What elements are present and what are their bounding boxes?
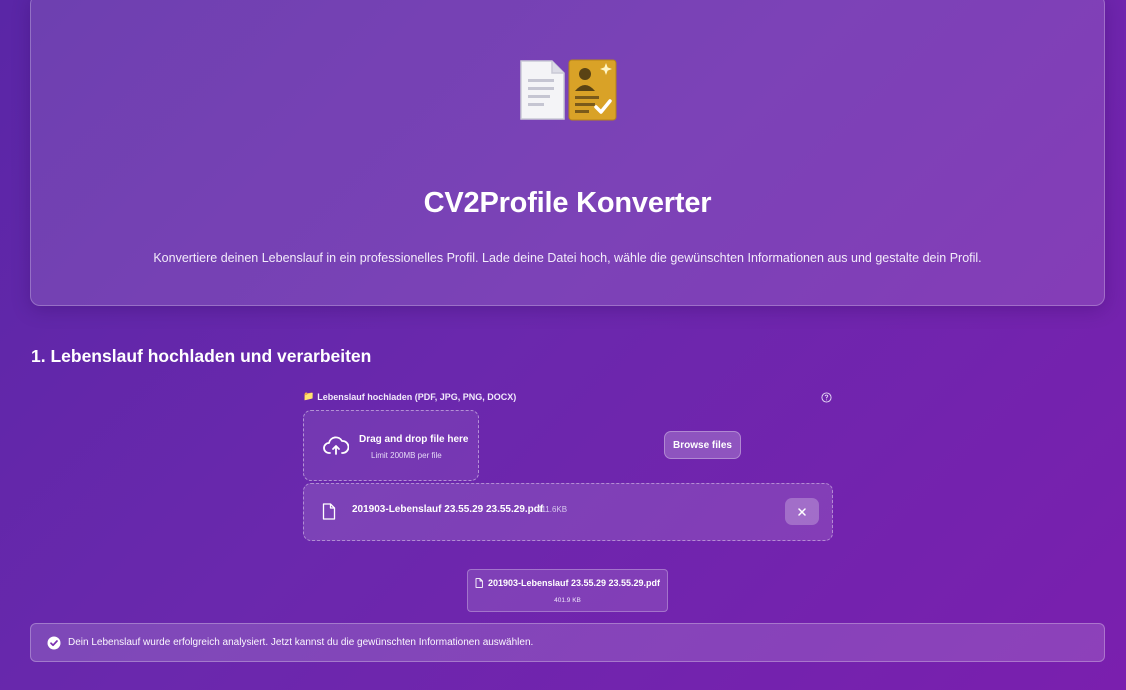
cloud-upload-icon (323, 436, 349, 455)
dropzone-title: Drag and drop file here (359, 434, 469, 445)
hero-card: CV2Profile Konverter Konvertiere deinen … (30, 0, 1105, 306)
file-icon (322, 503, 336, 520)
uploader-label: 📁 Lebenslauf hochladen (PDF, JPG, PNG, D… (303, 391, 516, 402)
uploaded-file-size: 411.6KB (537, 505, 568, 514)
browse-files-button[interactable]: Browse files (664, 431, 741, 459)
file-info-card: 201903-Lebenslauf 23.55.29 23.55.29.pdf … (467, 569, 668, 612)
remove-file-button[interactable] (785, 498, 819, 525)
close-icon (798, 507, 806, 516)
file-dropzone[interactable]: Drag and drop file here Limit 200MB per … (303, 410, 479, 481)
uploader-label-text: Lebenslauf hochladen (PDF, JPG, PNG, DOC… (317, 391, 517, 402)
page-title: CV2Profile Konverter (423, 187, 712, 219)
section-title: 1. Lebenslauf hochladen und verarbeiten (31, 346, 372, 366)
dropzone-limit: Limit 200MB per file (371, 451, 442, 460)
profile-card-icon (568, 59, 617, 121)
file-card-header: 201903-Lebenslauf 23.55.29 23.55.29.pdf (468, 578, 667, 588)
folder-icon: 📁 (303, 391, 315, 401)
file-card-name: 201903-Lebenslauf 23.55.29 23.55.29.pdf (487, 578, 661, 588)
uploaded-file-name: 201903-Lebenslauf 23.55.29 23.55.29.pdf (352, 504, 544, 515)
check-circle-icon (47, 636, 61, 650)
question-circle-icon[interactable] (821, 392, 832, 403)
success-text: Dein Lebenslauf wurde erfolgreich analys… (68, 637, 534, 648)
file-card-size: 401.9 KB (554, 597, 581, 604)
page-subtitle: Konvertiere deinen Lebenslauf in ein pro… (153, 251, 982, 265)
file-icon (475, 578, 483, 588)
document-icon (520, 60, 565, 120)
success-message: Dein Lebenslauf wurde erfolgreich analys… (30, 623, 1105, 662)
hero-icons (520, 59, 617, 121)
uploaded-file-row: 201903-Lebenslauf 23.55.29 23.55.29.pdf … (303, 483, 833, 541)
